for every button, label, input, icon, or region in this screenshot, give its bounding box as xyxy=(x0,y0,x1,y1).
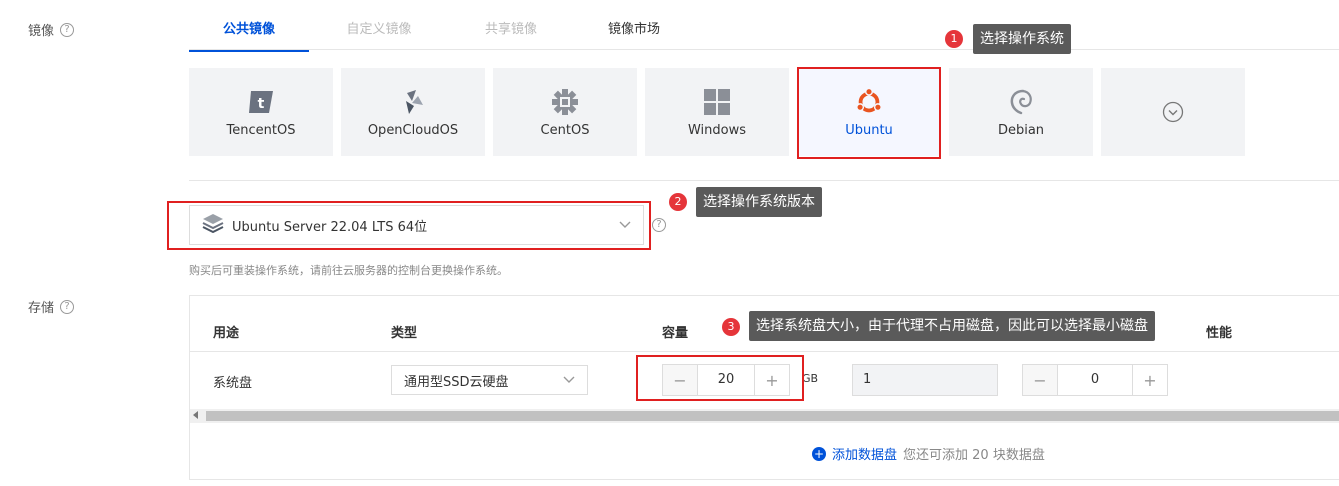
version-help-icon[interactable]: ? xyxy=(652,218,666,232)
callout-3-badge: 3 xyxy=(722,318,740,336)
image-help-icon[interactable]: ? xyxy=(60,22,75,37)
storage-section-label: 存储 ? xyxy=(28,297,75,316)
centos-icon xyxy=(550,87,580,117)
image-label-text: 镜像 xyxy=(28,24,55,39)
os-tile-windows[interactable]: Windows xyxy=(645,68,789,156)
disk-type-select[interactable]: 通用型SSD云硬盘 xyxy=(391,365,588,395)
callout-3-tip: 选择系统盘大小，由于代理不占用磁盘，因此可以选择最小磁盘 xyxy=(749,311,1155,341)
callout-2-tip: 选择操作系统版本 xyxy=(696,187,822,217)
disk-type-value: 通用型SSD云硬盘 xyxy=(404,374,509,390)
header-type: 类型 xyxy=(391,326,418,341)
tab-custom-image[interactable]: 自定义镜像 xyxy=(329,12,429,50)
image-tabs: 公共镜像 自定义镜像 共享镜像 镜像市场 xyxy=(189,12,1339,52)
add-data-disk-hint: 您还可添加 20 块数据盘 xyxy=(903,448,1045,463)
scrollbar-thumb[interactable] xyxy=(206,411,1339,421)
image-section-label: 镜像 ? xyxy=(28,20,75,39)
debian-icon xyxy=(1006,87,1036,117)
ubuntu-highlight-box xyxy=(797,67,941,159)
svg-text:t: t xyxy=(258,96,265,112)
version-highlight-box xyxy=(167,201,651,250)
extra-stepper[interactable]: − 0 + xyxy=(1022,364,1168,396)
os-tile-opencloudos[interactable]: OpenCloudOS xyxy=(341,68,485,156)
extra-increment-button[interactable]: + xyxy=(1133,365,1167,395)
os-label: CentOS xyxy=(540,122,590,138)
extra-decrement-button[interactable]: − xyxy=(1023,365,1057,395)
os-label: Debian xyxy=(997,122,1045,138)
scroll-left-arrow-icon[interactable] xyxy=(193,411,198,419)
chevron-down-icon xyxy=(563,373,575,388)
os-tile-centos[interactable]: CentOS xyxy=(493,68,637,156)
header-performance: 性能 xyxy=(1206,326,1233,341)
row-usage: 系统盘 xyxy=(213,376,253,391)
tab-public-image[interactable]: 公共镜像 xyxy=(189,12,309,52)
windows-icon xyxy=(702,87,732,117)
quantity-field: 1 xyxy=(852,364,998,396)
opencloudos-icon xyxy=(398,87,428,117)
os-tile-debian[interactable]: Debian xyxy=(949,68,1093,156)
header-capacity: 容量 xyxy=(662,326,689,341)
section-divider xyxy=(189,180,1339,181)
os-label: TencentOS xyxy=(226,122,296,138)
storage-help-icon[interactable]: ? xyxy=(60,299,75,314)
capacity-highlight-box xyxy=(636,355,804,401)
os-label: OpenCloudOS xyxy=(367,122,459,138)
storage-label-text: 存储 xyxy=(28,301,55,316)
tab-shared-image[interactable]: 共享镜像 xyxy=(461,12,561,50)
table-row-divider xyxy=(190,351,1339,352)
callout-1-badge: 1 xyxy=(945,30,963,48)
add-data-disk-link[interactable]: 添加数据盘 xyxy=(832,444,897,463)
add-circle-icon[interactable]: + xyxy=(812,446,826,461)
extra-input[interactable]: 0 xyxy=(1057,365,1133,395)
reinstall-hint: 购买后可重装操作系统，请前往云服务器的控制台更换操作系统。 xyxy=(189,264,508,277)
capacity-unit: GB xyxy=(802,372,819,385)
tencentos-icon: t xyxy=(246,87,276,117)
callout-2-badge: 2 xyxy=(669,193,687,211)
os-tile-more[interactable] xyxy=(1101,68,1245,156)
tab-image-market[interactable]: 镜像市场 xyxy=(589,12,679,50)
add-data-disk-row: + 添加数据盘 您还可添加 20 块数据盘 xyxy=(812,444,1045,463)
chevron-down-circle-icon xyxy=(1158,97,1188,127)
os-label: Windows xyxy=(687,122,747,138)
callout-1-tip: 选择操作系统 xyxy=(973,24,1071,54)
header-usage: 用途 xyxy=(213,326,240,341)
os-tile-tencentos[interactable]: t TencentOS xyxy=(189,68,333,156)
